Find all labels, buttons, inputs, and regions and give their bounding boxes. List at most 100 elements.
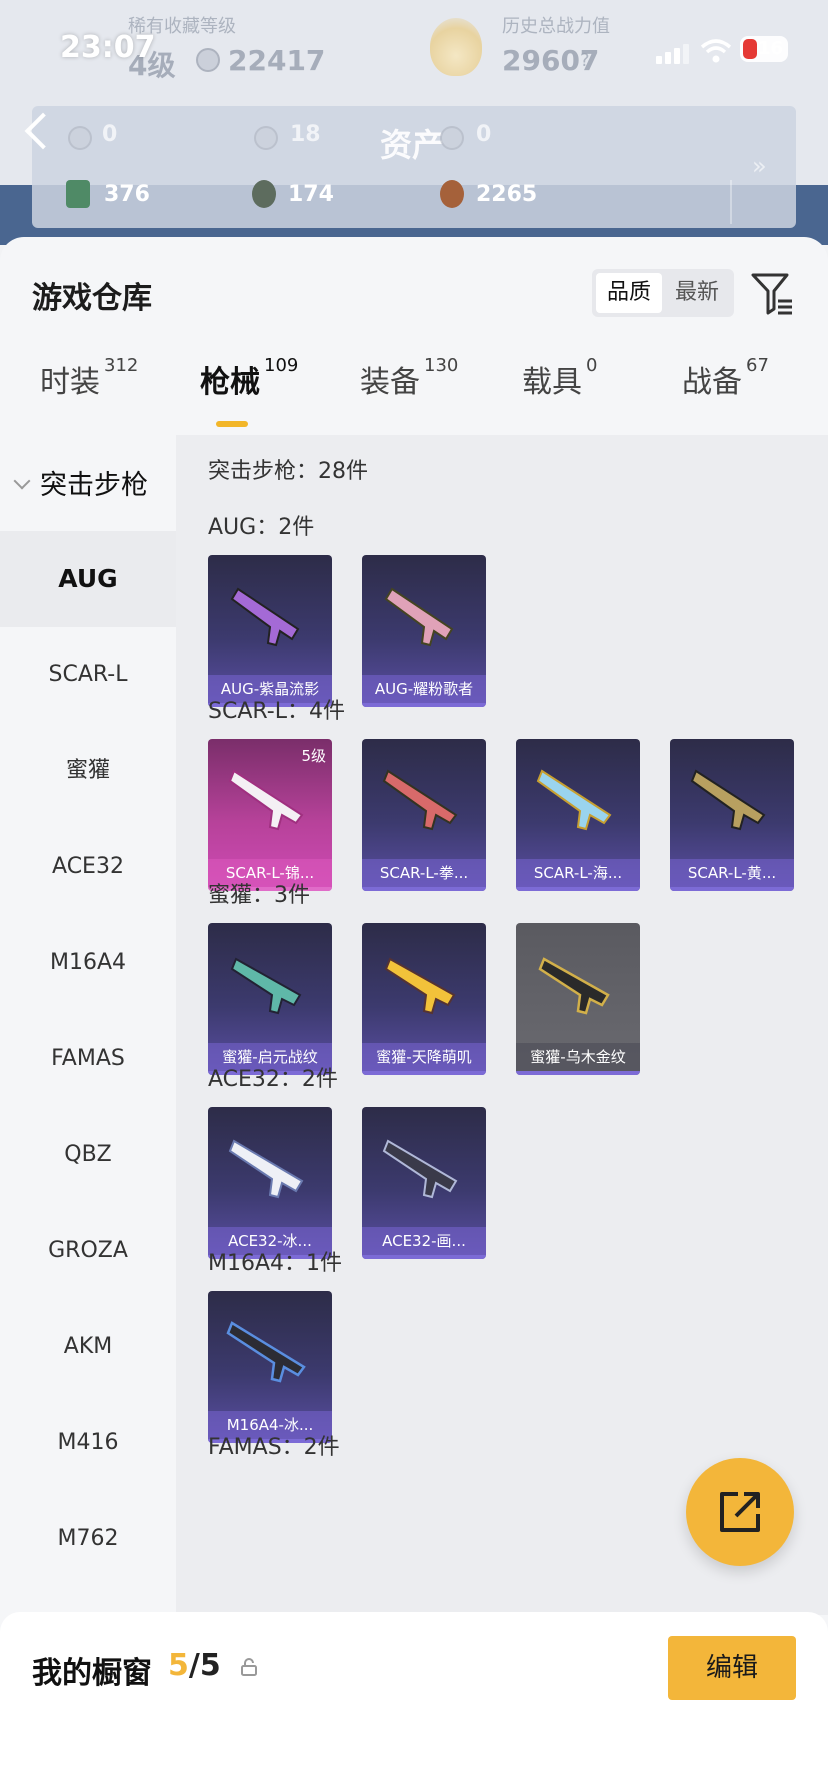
category-tabs: 时装 312 枪械 109 装备 130 载具 0 战备 67 <box>0 355 828 417</box>
section-label-aug: AUG：2件 <box>208 515 315 540</box>
more-icon[interactable]: » <box>752 152 767 180</box>
weapon-card[interactable]: 蜜獾-乌木金纹 <box>516 923 640 1075</box>
section-label-honey-badger: 蜜獾：3件 <box>208 883 310 908</box>
showcase-label: 我的橱窗 <box>32 1656 152 1691</box>
resource-value-3: 2265 <box>476 182 538 207</box>
weapon-name: SCAR-L-拳... <box>362 859 486 887</box>
weapon-name: ACE32-画... <box>362 1227 486 1255</box>
sidebar-item-groza[interactable]: GROZA <box>0 1203 176 1299</box>
section-label-m16a4: M16A4：1件 <box>208 1251 343 1276</box>
sidebar-item-aug[interactable]: AUG <box>0 531 176 627</box>
section-label-famas: FAMAS：2件 <box>208 1435 340 1460</box>
tab-supplies[interactable]: 战备 67 <box>682 355 769 401</box>
flame-icon <box>430 18 482 76</box>
lock-icon <box>241 1658 257 1676</box>
resource-value-2: 174 <box>288 182 334 207</box>
weapon-card[interactable]: SCAR-L-黄... <box>670 739 794 891</box>
sort-quality-button[interactable]: 品质 <box>596 273 662 313</box>
faint-points: 22417 <box>228 44 326 77</box>
tab-label: 枪械 <box>200 365 260 400</box>
tab-count: 67 <box>746 355 769 376</box>
rifle-icon <box>536 769 612 831</box>
rifle-icon <box>230 587 300 647</box>
showcase-count: 5/5 <box>168 1648 221 1683</box>
weapon-card[interactable]: M16A4-冰... <box>208 1291 332 1443</box>
tab-label: 载具 <box>522 365 582 400</box>
rifle-icon <box>538 957 610 1015</box>
tab-label: 时装 <box>40 365 100 400</box>
weapon-card[interactable]: 蜜獾-天降萌叽 <box>362 923 486 1075</box>
weapon-name: AUG-耀粉歌者 <box>362 675 486 703</box>
tab-count: 312 <box>104 355 139 376</box>
ticket-icon <box>66 180 90 208</box>
rifle-icon <box>230 957 302 1015</box>
sidebar-item-m416[interactable]: M416 <box>0 1395 176 1491</box>
sidebar-item-scar-l[interactable]: SCAR-L <box>0 627 176 723</box>
weapon-card[interactable]: 5级 SCAR-L-锦... <box>208 739 332 891</box>
rifle-icon <box>382 769 458 831</box>
share-button[interactable] <box>686 1458 794 1566</box>
faint-value-2: 18 <box>290 122 321 147</box>
filter-icon[interactable] <box>750 271 794 317</box>
sidebar-item-famas[interactable]: FAMAS <box>0 1011 176 1107</box>
tab-equipment[interactable]: 装备 130 <box>360 355 459 401</box>
coin-icon <box>196 48 220 72</box>
sort-newest-button[interactable]: 最新 <box>664 273 730 313</box>
tab-count: 0 <box>586 355 598 376</box>
sidebar-item-m16a4[interactable]: M16A4 <box>0 915 176 1011</box>
showcase-bar: 我的橱窗 5/5 编辑 <box>0 1612 828 1792</box>
sidebar-item-akm[interactable]: AKM <box>0 1299 176 1395</box>
sidebar-group-label: 突击步枪 <box>40 470 148 501</box>
weapon-level: 5级 <box>301 747 326 765</box>
status-time: 23:07 <box>60 30 156 65</box>
wifi-icon <box>700 39 732 63</box>
sidebar-item-qbz[interactable]: QBZ <box>0 1107 176 1203</box>
rifle-icon <box>382 1139 458 1199</box>
rifle-icon <box>384 957 456 1015</box>
faint-value-1: 0 <box>102 122 118 147</box>
orb-icon <box>252 180 276 208</box>
tab-label: 战备 <box>682 365 742 400</box>
battery-level: 16 <box>758 38 784 59</box>
weapon-card[interactable]: ACE32-冰... <box>208 1107 332 1259</box>
sidebar-item-m762[interactable]: M762 <box>0 1491 176 1587</box>
section-label-ace32: ACE32：2件 <box>208 1067 338 1092</box>
showcase-used: 5 <box>168 1648 189 1683</box>
weapon-card[interactable]: ACE32-画... <box>362 1107 486 1259</box>
tab-vehicles[interactable]: 载具 0 <box>522 355 598 401</box>
weapon-name: SCAR-L-黄... <box>670 859 794 887</box>
weapon-sidebar: 突击步枪 AUG SCAR-L 蜜獾 ACE32 M16A4 FAMAS QBZ… <box>0 435 176 1595</box>
section-label-scar-l: SCAR-L：4件 <box>208 699 345 724</box>
share-icon <box>720 1492 760 1532</box>
tab-fashion[interactable]: 时装 312 <box>40 355 139 401</box>
rifle-icon <box>690 769 766 831</box>
tab-count: 130 <box>424 355 459 376</box>
sort-toggle: 品质 最新 <box>592 269 734 317</box>
sidebar-item-honey-badger[interactable]: 蜜獾 <box>0 723 176 819</box>
sidebar-group-header[interactable]: 突击步枪 <box>0 435 176 531</box>
tab-guns[interactable]: 枪械 109 <box>200 355 299 401</box>
active-tab-indicator <box>216 421 248 427</box>
sidebar-item-ace32[interactable]: ACE32 <box>0 819 176 915</box>
badge-icon <box>440 180 464 208</box>
weapon-card[interactable]: AUG-紫晶流影 <box>208 555 332 707</box>
tab-label: 装备 <box>360 365 420 400</box>
faint-power-label: 历史总战力值 <box>502 16 610 37</box>
showcase-total: /5 <box>188 1648 221 1683</box>
rifle-icon <box>228 1139 304 1199</box>
rifle-icon <box>228 769 304 831</box>
weapon-card[interactable]: SCAR-L-拳... <box>362 739 486 891</box>
faint-value-3: 0 <box>476 122 492 147</box>
faint-help: ? <box>580 50 590 71</box>
weapon-name: 蜜獾-乌木金纹 <box>516 1043 640 1071</box>
weapon-card[interactable]: SCAR-L-海... <box>516 739 640 891</box>
weapon-name: SCAR-L-海... <box>516 859 640 887</box>
edit-button[interactable]: 编辑 <box>668 1636 796 1700</box>
weapon-name: 蜜獾-天降萌叽 <box>362 1043 486 1071</box>
weapon-card[interactable]: AUG-耀粉歌者 <box>362 555 486 707</box>
chevron-down-icon <box>13 472 31 490</box>
weapon-card[interactable]: 蜜獾-启元战纹 <box>208 923 332 1075</box>
tab-count: 109 <box>264 355 299 376</box>
warehouse-title: 游戏仓库 <box>32 281 152 316</box>
rifle-icon <box>226 1321 306 1383</box>
